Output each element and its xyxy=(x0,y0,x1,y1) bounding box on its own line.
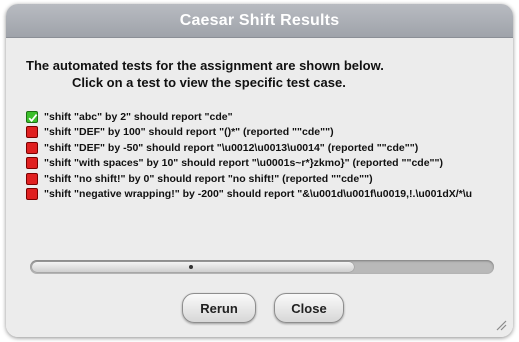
close-button[interactable]: Close xyxy=(274,293,344,323)
test-row[interactable]: "shift "abc" by 2" should report "cde" xyxy=(26,110,506,123)
test-label: "shift "abc" by 2" should report "cde" xyxy=(44,110,233,123)
test-list: "shift "abc" by 2" should report "cde" "… xyxy=(26,110,506,203)
scrollbar-grip-icon xyxy=(189,265,193,269)
intro-text-line1: The automated tests for the assignment a… xyxy=(26,58,384,73)
test-row[interactable]: "shift "with spaces" by 10" should repor… xyxy=(26,157,506,170)
fail-square-icon xyxy=(26,126,38,138)
scrollbar-thumb[interactable] xyxy=(32,262,354,272)
resize-grip-icon[interactable] xyxy=(495,319,507,331)
test-row[interactable]: "shift "negative wrapping!" by -200" sho… xyxy=(26,188,506,201)
test-label: "shift "negative wrapping!" by -200" sho… xyxy=(44,188,473,200)
dialog-body: The automated tests for the assignment a… xyxy=(6,38,513,337)
title-bar[interactable]: Caesar Shift Results xyxy=(6,4,513,38)
fail-square-icon xyxy=(26,188,38,200)
rerun-button[interactable]: Rerun xyxy=(182,293,256,323)
test-label: "shift "no shift!" by 0" should report "… xyxy=(44,172,373,185)
test-label: "shift "DEF" by 100" should report "()*"… xyxy=(44,126,334,138)
checkmark-icon xyxy=(26,110,38,123)
horizontal-scrollbar[interactable] xyxy=(30,260,494,274)
fail-square-icon xyxy=(26,157,38,169)
test-row[interactable]: "shift "DEF" by -50" should report "\u00… xyxy=(26,141,506,154)
dialog-title: Caesar Shift Results xyxy=(179,11,340,29)
test-row[interactable]: "shift "DEF" by 100" should report "()*"… xyxy=(26,126,506,139)
results-dialog: Caesar Shift Results The automated tests… xyxy=(6,4,513,337)
intro-text-line2: Click on a test to view the specific tes… xyxy=(72,75,346,90)
fail-square-icon xyxy=(26,141,38,154)
fail-square-icon xyxy=(26,172,38,185)
test-row[interactable]: "shift "no shift!" by 0" should report "… xyxy=(26,172,506,185)
test-label: "shift "DEF" by -50" should report "\u00… xyxy=(44,141,419,154)
test-label: "shift "with spaces" by 10" should repor… xyxy=(44,157,444,169)
